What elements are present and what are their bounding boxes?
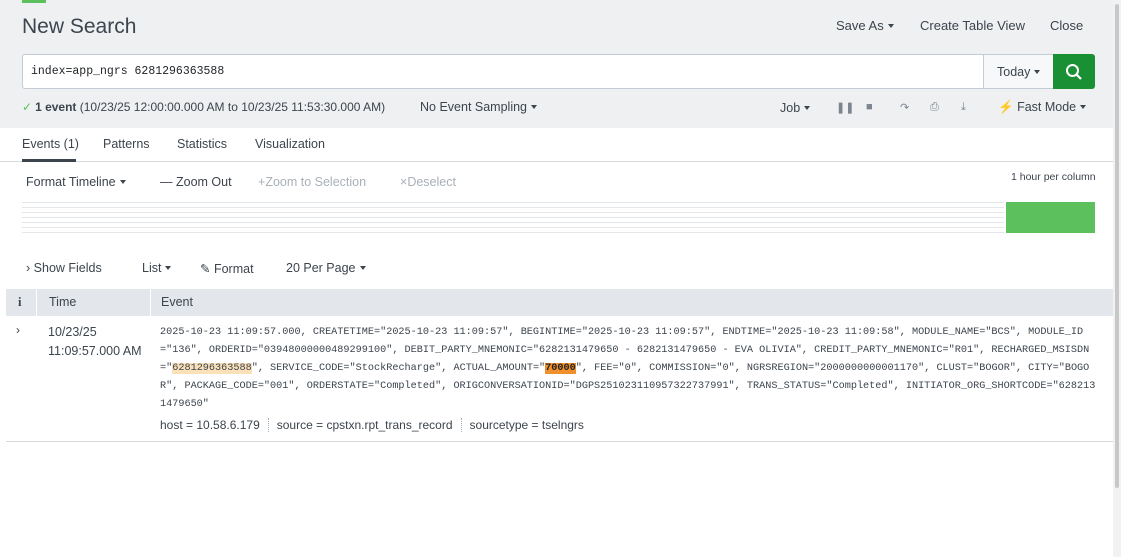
event-sampling-dropdown[interactable]: No Event Sampling bbox=[420, 100, 537, 114]
results-tabs: Events (1) Patterns Statistics Visualiza… bbox=[0, 128, 1113, 162]
source-field[interactable]: source = cpstxn.rpt_trans_record bbox=[277, 418, 453, 432]
search-button[interactable] bbox=[1053, 54, 1095, 89]
job-menu[interactable]: Job bbox=[780, 101, 810, 115]
time-range-picker[interactable]: Today bbox=[984, 54, 1054, 89]
event-time[interactable]: 10/23/25 11:09:57.000 AM bbox=[48, 323, 142, 361]
active-tab-indicator bbox=[22, 159, 76, 162]
timeline-column-bar[interactable] bbox=[1006, 202, 1095, 233]
format-button[interactable]: ✎ Format bbox=[200, 261, 254, 276]
event-count: 1 event bbox=[35, 100, 77, 114]
export-icon[interactable]: ⤓ bbox=[961, 101, 975, 115]
search-mode-label: Fast Mode bbox=[1017, 100, 1077, 114]
zoom-to-selection-button[interactable]: +Zoom to Selection bbox=[258, 175, 366, 189]
search-mode-dropdown[interactable]: ⚡ Fast Mode bbox=[998, 100, 1086, 115]
zoom-out-label: Zoom Out bbox=[175, 175, 232, 189]
chevron-right-icon: › bbox=[26, 261, 31, 275]
events-table-header: i Time Event bbox=[6, 289, 1113, 316]
minus-icon: — bbox=[160, 175, 173, 189]
job-status: ✓ 1 event (10/23/25 12:00:00.000 AM to 10… bbox=[22, 100, 385, 114]
format-label: Format bbox=[213, 262, 254, 276]
close-button[interactable]: Close bbox=[1050, 18, 1083, 33]
stop-icon[interactable]: ■ bbox=[866, 101, 880, 115]
event-column-header: Event bbox=[161, 295, 193, 309]
info-icon: i bbox=[18, 295, 22, 309]
show-fields-toggle[interactable]: › Show Fields bbox=[26, 261, 102, 275]
format-timeline-dropdown[interactable]: Format Timeline bbox=[26, 175, 126, 189]
search-input[interactable]: index=app_ngrs 6281296363588 bbox=[22, 54, 984, 89]
page-title: New Search bbox=[22, 15, 137, 38]
deselect-label: Deselect bbox=[407, 175, 456, 189]
event-timestamp: 11:09:57.000 AM bbox=[48, 344, 142, 358]
column-divider bbox=[150, 289, 151, 316]
scrollbar-thumb[interactable] bbox=[1115, 4, 1119, 488]
print-icon[interactable]: ⎙ bbox=[930, 101, 944, 115]
event-raw-text: 2025-10-23 11:09:57.000, CREATETIME="202… bbox=[160, 324, 1100, 414]
per-page-dropdown[interactable]: 20 Per Page bbox=[286, 261, 366, 275]
share-icon[interactable]: ↷ bbox=[900, 101, 914, 115]
tab-visualization[interactable]: Visualization bbox=[255, 137, 325, 151]
timeline-grid bbox=[22, 202, 1004, 233]
zoom-selection-label: Zoom to Selection bbox=[265, 175, 367, 189]
event-date: 10/23/25 bbox=[48, 325, 97, 339]
expand-row-icon[interactable]: › bbox=[16, 323, 20, 337]
event-metadata: host = 10.58.6.179 source = cpstxn.rpt_tr… bbox=[160, 418, 584, 432]
save-as-button[interactable]: Save As bbox=[836, 18, 894, 33]
timeline-scale-label: 1 hour per column bbox=[1011, 171, 1096, 183]
zoom-out-button[interactable]: — Zoom Out bbox=[160, 175, 232, 189]
app-accent-bar bbox=[22, 0, 46, 3]
search-term-highlight[interactable]: 6281296363588 bbox=[172, 363, 252, 374]
event-text-part: ", SERVICE_CODE="StockRecharge", ACTUAL_… bbox=[251, 363, 546, 374]
selected-value-highlight[interactable]: 70000 bbox=[545, 363, 576, 374]
deselect-button[interactable]: ×Deselect bbox=[400, 175, 456, 189]
pause-icon[interactable]: ❚❚ bbox=[836, 101, 854, 115]
search-icon bbox=[1066, 64, 1082, 80]
list-view-dropdown[interactable]: List bbox=[142, 261, 171, 275]
lightning-icon: ⚡ bbox=[998, 100, 1014, 114]
tab-statistics[interactable]: Statistics bbox=[177, 137, 227, 151]
column-divider bbox=[36, 289, 37, 316]
show-fields-label: Show Fields bbox=[33, 261, 102, 275]
time-range-text: (10/23/25 12:00:00.000 AM to 10/23/25 11… bbox=[79, 100, 386, 114]
time-column-header[interactable]: Time bbox=[49, 295, 76, 309]
sourcetype-field[interactable]: sourcetype = tselngrs bbox=[470, 418, 584, 432]
table-row: › 10/23/25 11:09:57.000 AM 2025-10-23 11… bbox=[6, 316, 1113, 442]
create-table-view-button[interactable]: Create Table View bbox=[920, 18, 1025, 33]
check-icon: ✓ bbox=[22, 100, 33, 114]
pencil-icon: ✎ bbox=[200, 262, 211, 276]
tab-events[interactable]: Events (1) bbox=[22, 137, 79, 151]
host-field[interactable]: host = 10.58.6.179 bbox=[160, 418, 260, 432]
tab-patterns[interactable]: Patterns bbox=[103, 137, 150, 151]
